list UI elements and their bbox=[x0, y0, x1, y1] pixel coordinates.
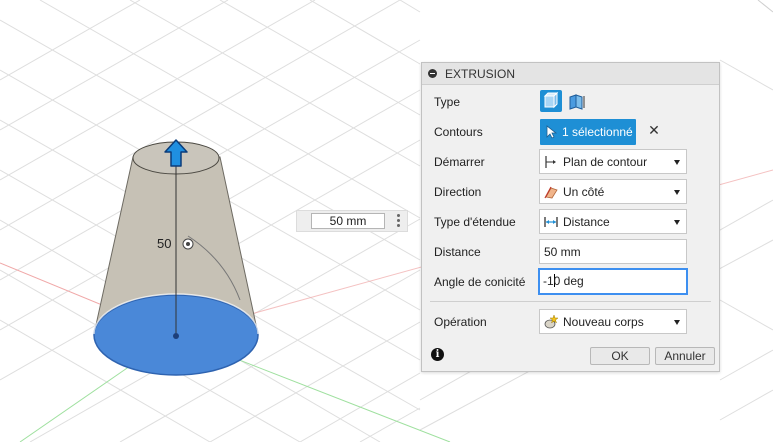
distance-input[interactable]: 50 mm bbox=[539, 239, 687, 264]
cancel-button[interactable]: Annuler bbox=[655, 347, 715, 365]
operation-value: Nouveau corps bbox=[563, 315, 644, 329]
extent-type-label: Type d'étendue bbox=[434, 215, 516, 229]
row-start: Démarrer Plan de contour bbox=[422, 148, 719, 176]
extrude-surface-icon bbox=[569, 94, 585, 110]
row-contours: Contours 1 sélectionné ✕ bbox=[422, 118, 719, 146]
taper-angle-value-part1: -1 bbox=[543, 274, 554, 288]
row-taper-angle: Angle de conicité -10 deg bbox=[422, 268, 719, 296]
one-side-icon bbox=[544, 186, 558, 199]
distance-label: Distance bbox=[434, 245, 481, 259]
chevron-down-icon bbox=[674, 160, 680, 165]
clear-selection-icon[interactable]: ✕ bbox=[647, 123, 661, 137]
taper-angle-label: Angle de conicité bbox=[434, 275, 526, 289]
distance-manipulator-box: 50 mm bbox=[296, 210, 408, 232]
chevron-down-icon bbox=[674, 190, 680, 195]
start-select[interactable]: Plan de contour bbox=[539, 149, 687, 174]
row-type: Type bbox=[422, 88, 719, 116]
operation-label: Opération bbox=[434, 315, 487, 329]
start-value: Plan de contour bbox=[563, 155, 648, 169]
extent-type-select[interactable]: Distance bbox=[539, 209, 687, 234]
new-body-icon bbox=[544, 314, 559, 329]
direction-value: Un côté bbox=[563, 185, 605, 199]
extrusion-dialog: EXTRUSION Type Contours 1 sélectionné ✕ … bbox=[421, 62, 720, 372]
direction-select[interactable]: Un côté bbox=[539, 179, 687, 204]
extrude-surface-button[interactable] bbox=[566, 90, 588, 112]
taper-handle-icon[interactable] bbox=[182, 238, 194, 250]
origin-point bbox=[173, 333, 179, 339]
chevron-down-icon bbox=[674, 220, 680, 225]
contours-selection-text: 1 sélectionné bbox=[562, 125, 633, 139]
row-operation: Opération Nouveau corps bbox=[422, 308, 719, 336]
dialog-divider bbox=[430, 301, 711, 302]
dimension-label: 50 bbox=[157, 236, 171, 251]
viewcube-edge bbox=[757, 0, 773, 13]
chevron-down-icon bbox=[674, 320, 680, 325]
ok-button[interactable]: OK bbox=[590, 347, 650, 365]
extrude-solid-icon bbox=[543, 91, 559, 109]
dialog-title: EXTRUSION bbox=[445, 67, 516, 81]
operation-select[interactable]: Nouveau corps bbox=[539, 309, 687, 334]
taper-angle-value-part2: 0 deg bbox=[553, 274, 584, 288]
row-direction: Direction Un côté bbox=[422, 178, 719, 206]
profile-plane-icon bbox=[545, 156, 556, 168]
distance-manipulator-input[interactable]: 50 mm bbox=[311, 213, 385, 229]
row-distance: Distance 50 mm bbox=[422, 238, 719, 266]
dialog-header: EXTRUSION bbox=[422, 63, 719, 85]
extruded-body[interactable] bbox=[93, 141, 259, 376]
extent-type-value: Distance bbox=[563, 215, 610, 229]
type-label: Type bbox=[434, 95, 461, 109]
manipulator-menu-icon[interactable] bbox=[397, 214, 401, 228]
info-icon[interactable]: i bbox=[431, 348, 444, 361]
extrude-solid-button[interactable] bbox=[540, 90, 562, 112]
taper-angle-input[interactable]: -10 deg bbox=[538, 268, 688, 295]
start-label: Démarrer bbox=[434, 155, 485, 169]
collapse-icon[interactable] bbox=[428, 69, 437, 78]
row-extent-type: Type d'étendue Distance bbox=[422, 208, 719, 236]
direction-label: Direction bbox=[434, 185, 482, 199]
distance-icon bbox=[544, 217, 558, 227]
contours-label: Contours bbox=[434, 125, 483, 139]
cursor-icon bbox=[546, 125, 557, 139]
contours-selection-button[interactable]: 1 sélectionné bbox=[540, 119, 636, 145]
